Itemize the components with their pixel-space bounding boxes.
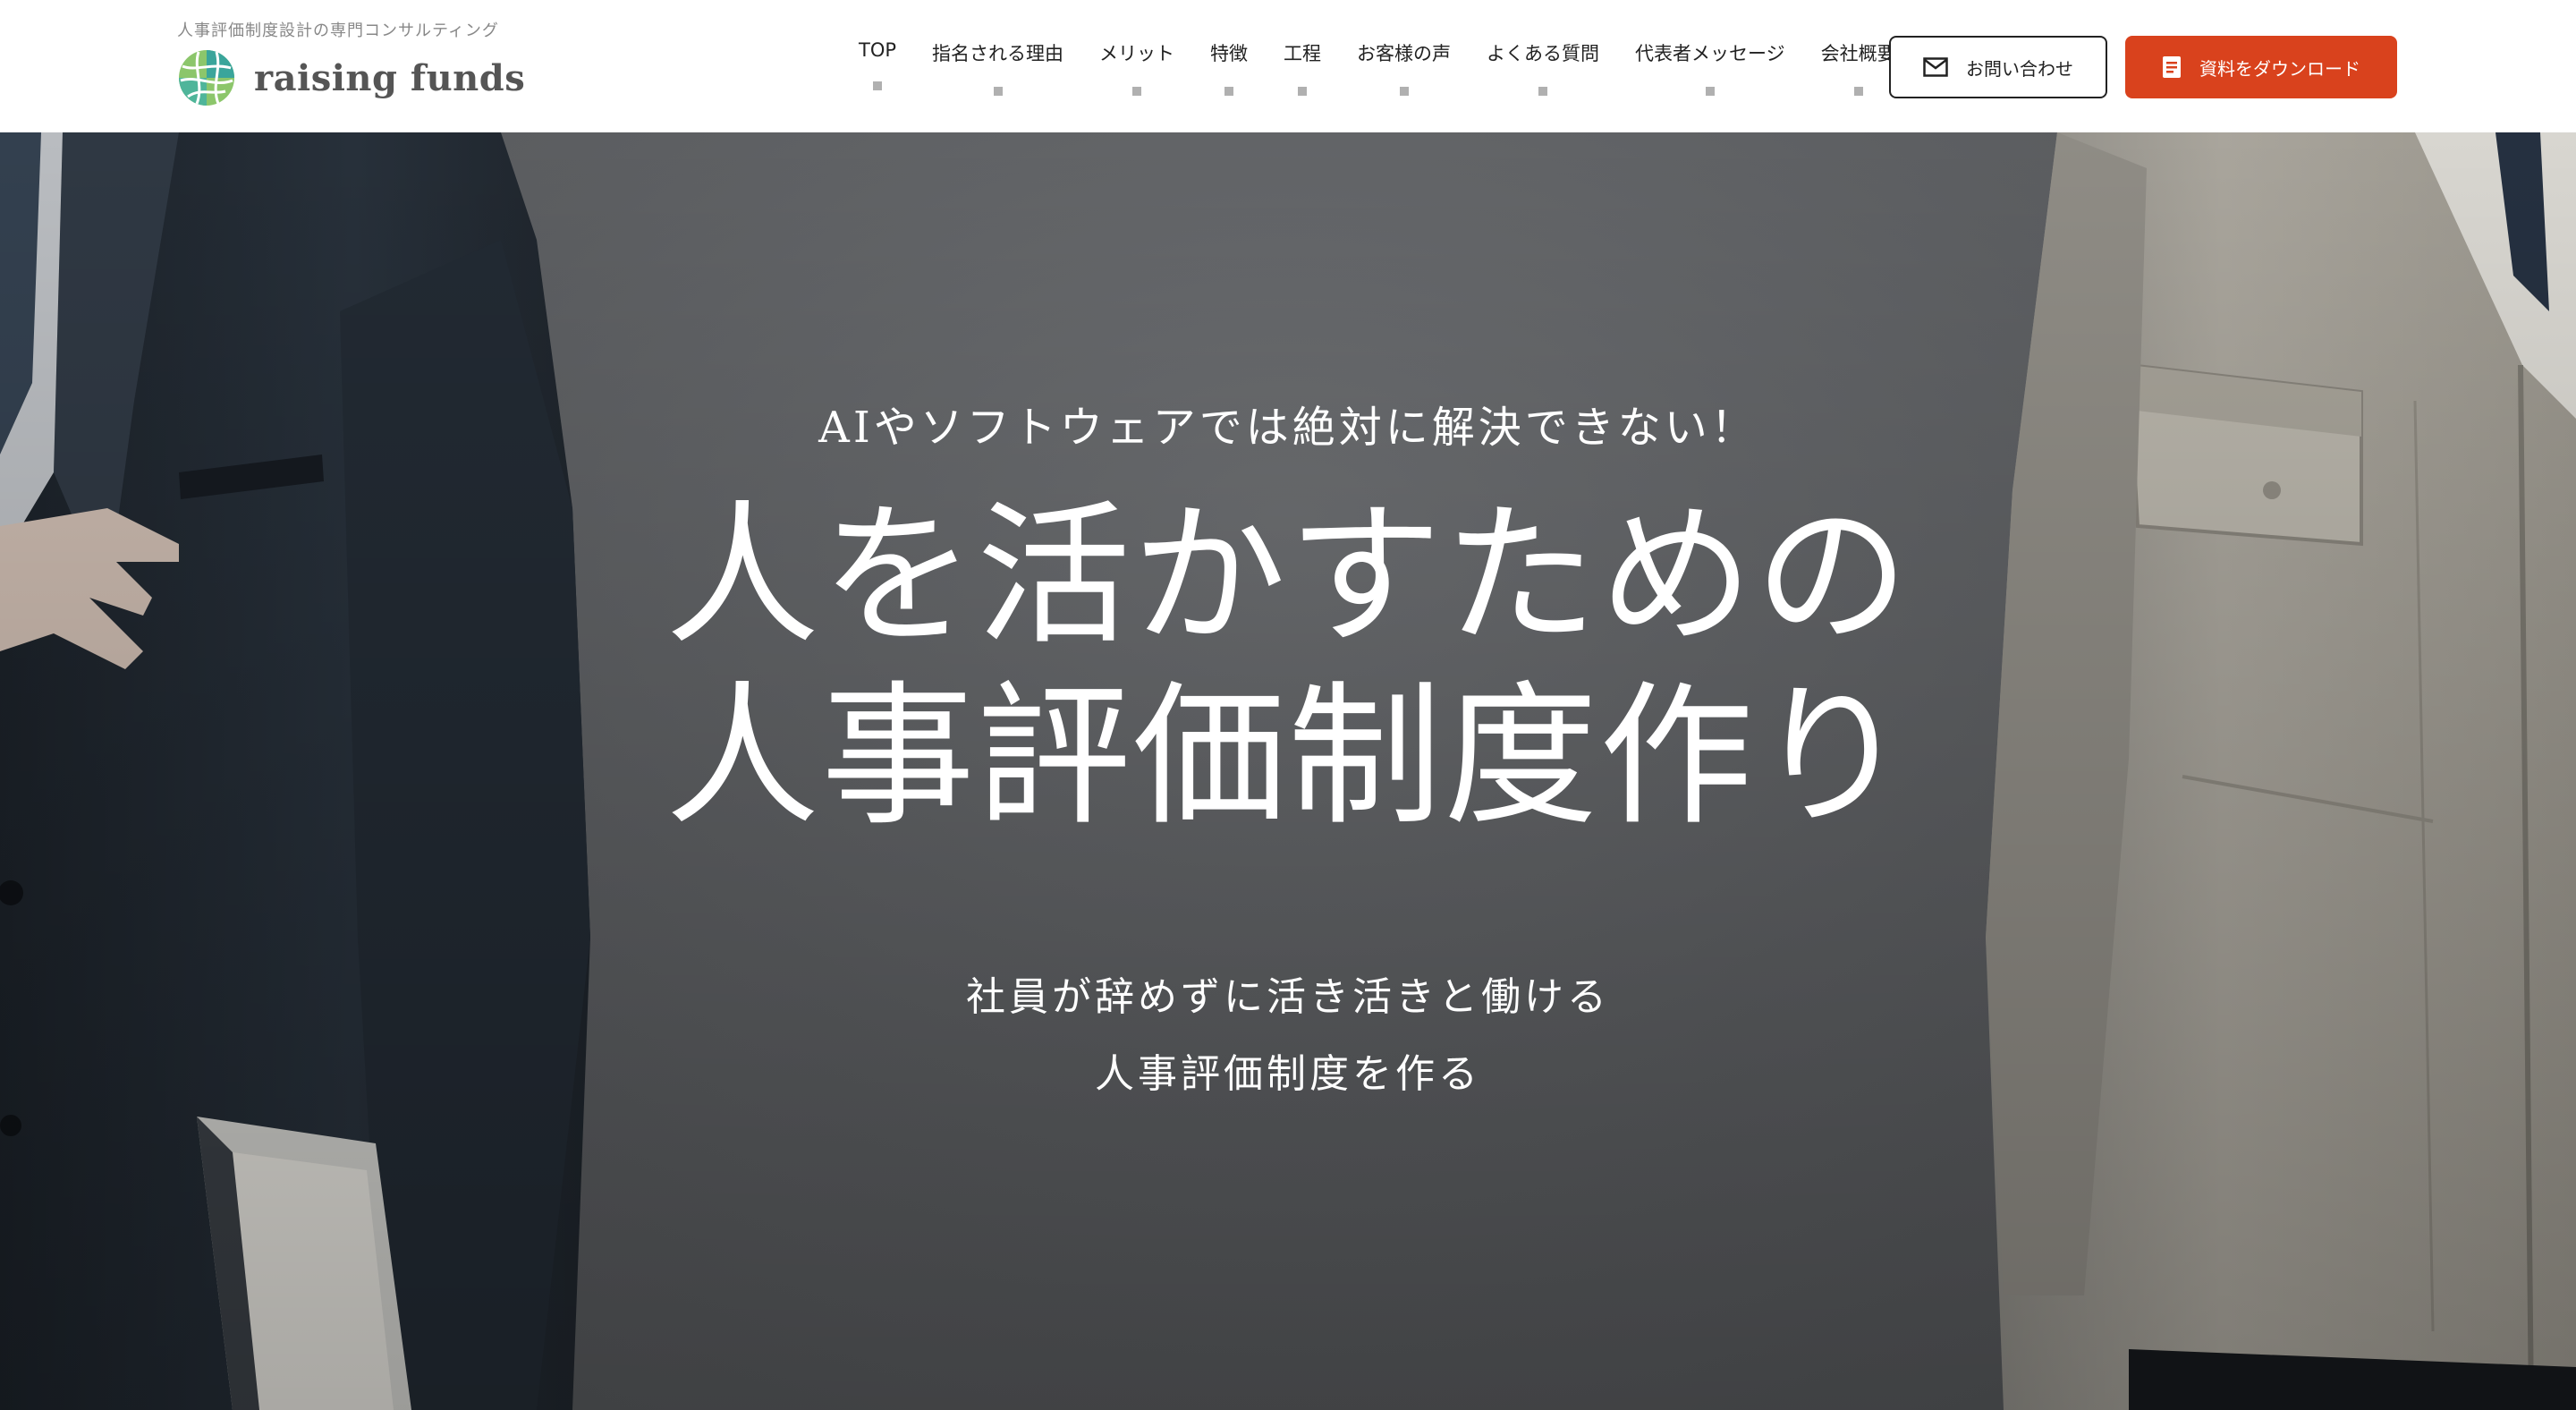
nav-item-testimonials[interactable]: お客様の声 <box>1339 0 1469 132</box>
nav-dot <box>1298 87 1308 96</box>
document-icon <box>2162 55 2182 79</box>
hero-headline-line1: 人を活かすための <box>665 486 1911 666</box>
nav-label: TOP <box>859 39 897 61</box>
nav-dot <box>1224 87 1234 96</box>
globe-leaf-logo-icon <box>179 50 234 106</box>
hero-copy: AIやソフトウェアでは絶対に解決できない！ 人を活かすための 人事評価制度作り … <box>0 132 2576 1410</box>
nav-label: よくある質問 <box>1487 43 1600 64</box>
hero-subtext-line2: 人事評価制度を作る <box>1095 1051 1481 1097</box>
nav-item-features[interactable]: 特徴 <box>1192 0 1266 132</box>
main-nav: TOP 指名される理由 メリット 特徴 工程 お客様の声 よくある質問 代表者メ… <box>841 0 1914 132</box>
envelope-icon <box>1923 57 1948 77</box>
nav-dot <box>1853 87 1863 96</box>
nav-label: メリット <box>1099 43 1175 64</box>
nav-item-process[interactable]: 工程 <box>1266 0 1339 132</box>
hero-subtext-line1: 社員が辞めずに活き活きと働ける <box>966 974 1610 1020</box>
nav-item-faq[interactable]: よくある質問 <box>1469 0 1617 132</box>
hero-headline-line2: 人事評価制度作り <box>665 667 1911 846</box>
nav-label: 指名される理由 <box>932 43 1064 64</box>
logo[interactable]: 人事評価制度設計の専門コンサルティング raising funds <box>177 18 525 106</box>
nav-item-merits[interactable]: メリット <box>1081 0 1192 132</box>
nav-label: お客様の声 <box>1357 43 1452 64</box>
hero-eyebrow: AIやソフトウェアでは絶対に解決できない！ <box>818 403 1758 453</box>
contact-label: お問い合わせ <box>1966 57 2073 80</box>
download-label: 資料をダウンロード <box>2199 57 2360 80</box>
nav-label: 特徴 <box>1210 43 1249 64</box>
nav-dot <box>1132 87 1142 96</box>
nav-dot <box>873 81 883 90</box>
contact-button[interactable]: お問い合わせ <box>1889 36 2107 98</box>
site-header: 人事評価制度設計の専門コンサルティング raising funds TOP 指名… <box>0 0 2576 132</box>
nav-dot <box>1705 87 1715 96</box>
hero-section: AIやソフトウェアでは絶対に解決できない！ 人を活かすための 人事評価制度作り … <box>0 132 2576 1410</box>
nav-label: 会社概要 <box>1820 43 1896 64</box>
logo-text: raising funds <box>254 56 526 99</box>
nav-dot <box>1538 87 1548 96</box>
nav-label: 代表者メッセージ <box>1635 43 1785 64</box>
nav-item-top[interactable]: TOP <box>841 0 914 132</box>
download-button[interactable]: 資料をダウンロード <box>2125 36 2397 98</box>
nav-dot <box>1399 87 1409 96</box>
logo-tagline: 人事評価制度設計の専門コンサルティング <box>177 21 499 40</box>
nav-item-reasons[interactable]: 指名される理由 <box>914 0 1081 132</box>
nav-label: 工程 <box>1284 43 1322 64</box>
nav-item-message[interactable]: 代表者メッセージ <box>1617 0 1803 132</box>
logo-row[interactable]: raising funds <box>177 48 525 107</box>
nav-dot <box>993 87 1003 96</box>
